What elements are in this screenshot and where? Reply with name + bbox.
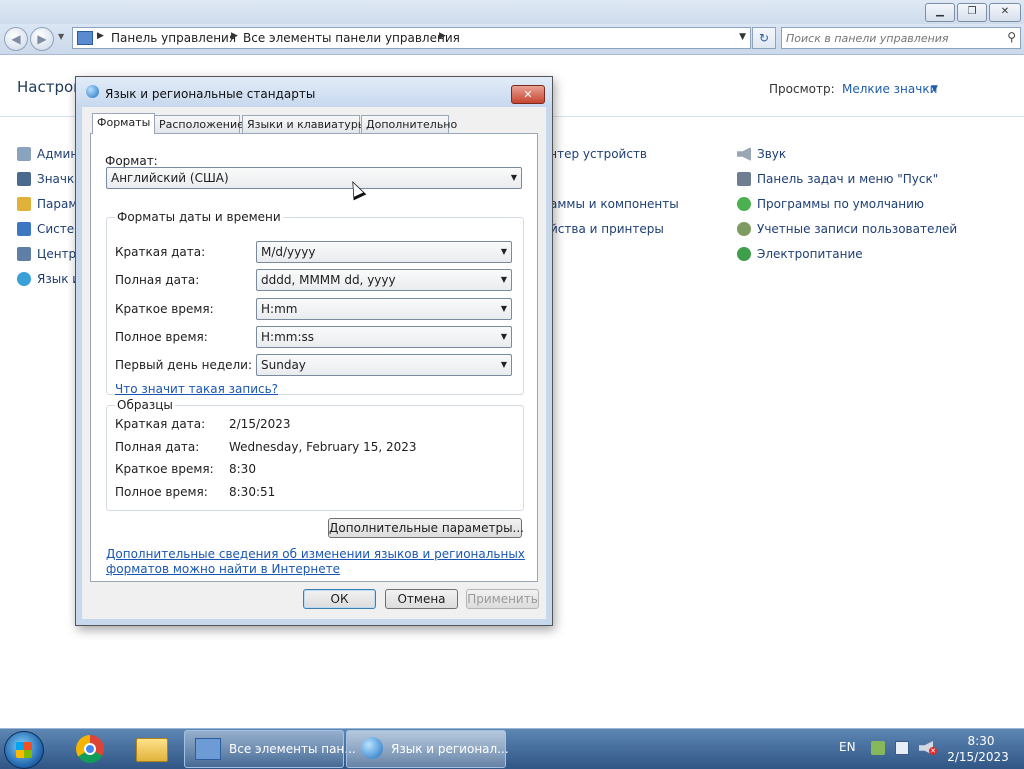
address-bar[interactable]: ▶ Панель управления ▶ Все элементы панел…: [72, 27, 751, 49]
short-date-select[interactable]: M/d/yyyy ▼: [256, 241, 512, 263]
chevron-down-icon: ▼: [500, 332, 507, 341]
recent-pages-dropdown[interactable]: ▼: [58, 32, 64, 41]
long-date-label: Полная дата:: [115, 273, 200, 287]
page-title: Настрой: [17, 78, 83, 96]
system-icon: [17, 222, 31, 236]
chevron-down-icon: ▼: [500, 247, 507, 256]
cancel-button[interactable]: Отмена: [385, 589, 458, 609]
globe-icon: [86, 85, 99, 98]
default-programs-icon: [737, 197, 751, 211]
speaker-icon: [737, 147, 751, 161]
pinned-chrome[interactable]: [66, 732, 110, 766]
region-language-dialog: Язык и региональные стандарты ✕ Форматы …: [75, 76, 553, 626]
breadcrumb-control-panel[interactable]: Панель управления: [111, 31, 236, 45]
group-title: Образцы: [115, 398, 175, 412]
sample-long-time-label: Полное время:: [115, 485, 208, 499]
taskbar-icon: [737, 172, 751, 186]
chevron-down-icon: ▼: [500, 304, 507, 313]
apply-button[interactable]: Применить: [466, 589, 539, 609]
taskbar-region-dialog[interactable]: Язык и регионал...: [346, 730, 509, 768]
tab-formats[interactable]: Форматы: [92, 113, 156, 134]
first-day-label: Первый день недели:: [115, 358, 253, 372]
forward-button[interactable]: ▶: [30, 27, 54, 51]
chevron-down-icon: ▼: [500, 360, 507, 369]
sample-short-time-label: Краткое время:: [115, 462, 214, 476]
search-icon[interactable]: ⚲: [1007, 30, 1016, 44]
sample-short-time-value: 8:30: [229, 462, 256, 476]
breadcrumb-arrow-icon[interactable]: ▶: [97, 31, 104, 41]
power-icon: [737, 247, 751, 261]
clock-time[interactable]: 8:30: [950, 734, 1012, 748]
maximize-button[interactable]: ❐: [957, 3, 987, 22]
dialog-titlebar[interactable]: Язык и региональные стандарты ✕: [76, 77, 552, 107]
monitor-icon: [17, 172, 31, 186]
windows-logo-icon: [16, 742, 32, 758]
samples-group: Образцы Краткая дата: 2/15/2023 Полная д…: [106, 398, 524, 511]
navigation-bar: ◀ ▶ ▼ ▶ Панель управления ▶ Все элементы…: [0, 24, 1024, 55]
breadcrumb-arrow-icon[interactable]: ▶: [439, 31, 446, 41]
notation-help-link[interactable]: Что значит такая запись?: [115, 382, 278, 396]
chevron-down-icon[interactable]: ▼: [931, 84, 938, 94]
minimize-button[interactable]: ▁: [925, 3, 955, 22]
refresh-button[interactable]: ↻: [752, 27, 776, 49]
dialog-body: Форматы Расположение Языки и клавиатуры …: [82, 107, 546, 619]
address-dropdown-icon[interactable]: ▼: [739, 32, 746, 42]
short-time-label: Краткое время:: [115, 302, 214, 316]
short-time-select[interactable]: H:mm ▼: [256, 298, 512, 320]
group-title: Форматы даты и времени: [115, 210, 283, 224]
search-input[interactable]: [786, 30, 996, 46]
tab-languages-keyboards[interactable]: Языки и клавиатуры: [242, 115, 367, 133]
sample-short-date-value: 2/15/2023: [229, 417, 291, 431]
tab-location[interactable]: Расположение: [154, 115, 244, 133]
close-dialog-button[interactable]: ✕: [511, 85, 545, 104]
admin-tools-icon: [17, 147, 31, 161]
online-info-link[interactable]: Дополнительные сведения об изменении язы…: [106, 547, 525, 577]
muted-icon: ✕: [929, 747, 937, 755]
globe-icon: [361, 737, 383, 759]
taskbar-control-panel[interactable]: Все элементы пан...: [184, 730, 356, 768]
breadcrumb-all-items[interactable]: Все элементы панели управления: [243, 31, 460, 45]
pinned-explorer[interactable]: [128, 732, 172, 766]
dialog-title: Язык и региональные стандарты: [105, 87, 316, 101]
long-date-select[interactable]: dddd, MMMM dd, yyyy ▼: [256, 269, 512, 291]
folder-options-icon: [17, 197, 31, 211]
language-indicator[interactable]: EN: [839, 740, 856, 754]
chevron-down-icon: ▼: [500, 275, 507, 284]
search-box: ⚲: [781, 27, 1021, 49]
action-center-icon[interactable]: [871, 741, 885, 755]
start-button[interactable]: [4, 731, 44, 769]
folder-icon: [136, 738, 168, 762]
date-time-formats-group: Форматы даты и времени Краткая дата: M/d…: [106, 210, 524, 396]
first-day-select[interactable]: Sunday ▼: [256, 354, 512, 376]
ok-button[interactable]: ОК: [303, 589, 376, 609]
view-label: Просмотр:: [769, 82, 835, 96]
chevron-down-icon: ▼: [510, 173, 517, 182]
close-window-button[interactable]: ✕: [989, 3, 1021, 22]
sample-long-date-value: Wednesday, February 15, 2023: [229, 440, 417, 454]
short-date-label: Краткая дата:: [115, 245, 206, 259]
taskbar: Все элементы пан... Язык и регионал... E…: [0, 728, 1024, 769]
view-mode-dropdown[interactable]: Мелкие значки: [842, 82, 937, 96]
sample-short-date-label: Краткая дата:: [115, 417, 206, 431]
control-panel-icon: [195, 738, 221, 760]
globe-icon: [17, 272, 31, 286]
clock-date[interactable]: 2/15/2023: [944, 750, 1012, 764]
format-label: Формат:: [105, 154, 158, 168]
sample-long-time-value: 8:30:51: [229, 485, 276, 499]
control-panel-icon: [77, 31, 93, 45]
users-icon: [737, 222, 751, 236]
tab-advanced[interactable]: Дополнительно: [361, 115, 457, 133]
network-center-icon: [17, 247, 31, 261]
window-titlebar: ▁ ❐ ✕: [0, 0, 1024, 24]
back-button[interactable]: ◀: [4, 27, 28, 51]
network-icon[interactable]: [895, 741, 909, 755]
additional-settings-button[interactable]: Дополнительные параметры...: [328, 518, 524, 538]
sample-long-date-label: Полная дата:: [115, 440, 200, 454]
chrome-icon: [76, 735, 104, 763]
long-time-label: Полное время:: [115, 330, 208, 344]
long-time-select[interactable]: H:mm:ss ▼: [256, 326, 512, 348]
format-select[interactable]: Английский (США) ▼: [106, 167, 522, 189]
breadcrumb-arrow-icon[interactable]: ▶: [231, 31, 238, 41]
